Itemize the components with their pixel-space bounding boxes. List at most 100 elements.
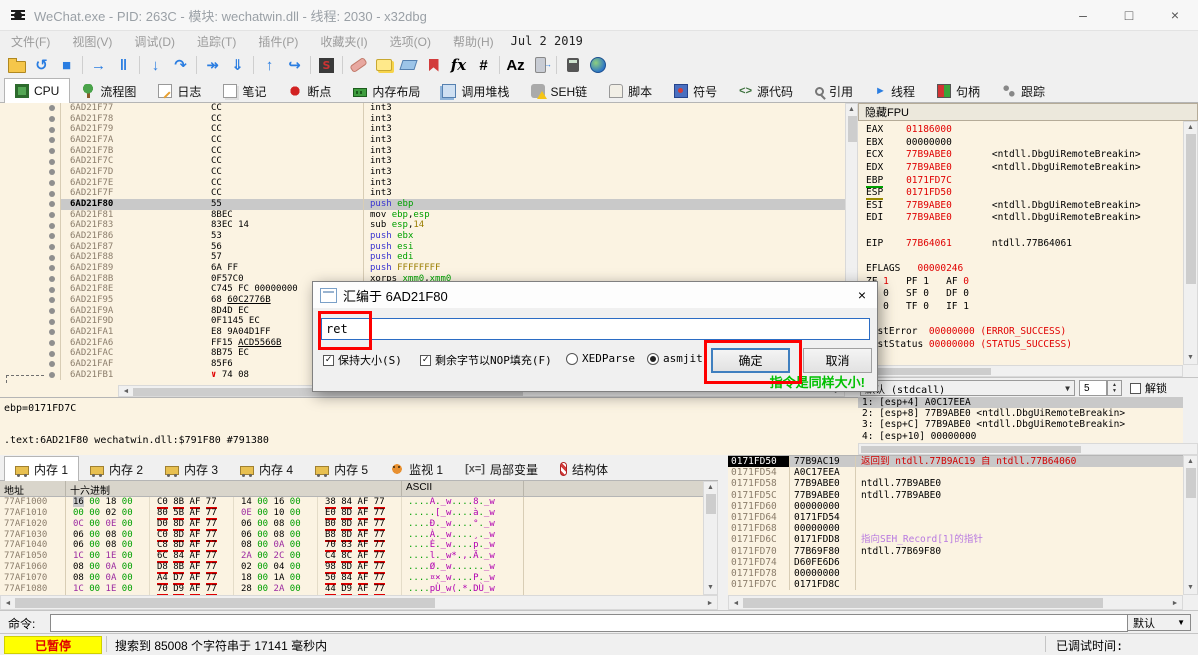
disasm-row[interactable]: 6AD21F7ACCint3	[0, 135, 845, 146]
argument-line[interactable]: 4: [esp+10] 00000000	[858, 431, 1183, 442]
tab-10[interactable]: <>源代码	[728, 78, 804, 103]
breakpoint-dot-cell[interactable]	[44, 231, 60, 242]
strings-icon[interactable]: S	[314, 53, 339, 77]
fill-with-nops-checkbox[interactable]: ✓ 剩余字节以NOP填充(F)	[420, 352, 552, 368]
breakpoint-dot-cell[interactable]	[44, 284, 60, 295]
tab-8[interactable]: 脚本	[598, 78, 663, 103]
comments-icon[interactable]	[371, 53, 396, 77]
disasm-row[interactable]: 6AD21F818BECmov ebp,esp	[0, 210, 845, 221]
bottom-tab-1[interactable]: 内存 2	[79, 456, 154, 481]
bottom-tab-4[interactable]: 内存 5	[304, 456, 379, 481]
dialog-titlebar[interactable]: 汇编于 6AD21F80 ×	[313, 282, 877, 308]
dump-row[interactable]: 77AF104006 00 08 00 C8 8D AF 77 08 00 0A…	[0, 540, 703, 551]
menu-item[interactable]: 视图(V)	[61, 33, 123, 50]
breakpoint-dot-cell[interactable]	[44, 188, 60, 199]
register-line[interactable]: OF 0 SF 0 DF 0	[858, 288, 1183, 301]
register-line[interactable]: ESP 0171FD50	[858, 187, 1183, 200]
dump-row[interactable]: 77AF107008 00 0A 00 A4 D7 AF 77 18 00 1A…	[0, 573, 703, 584]
scroll-thumb[interactable]	[861, 446, 1081, 453]
step-over-icon[interactable]: ↷	[168, 53, 193, 77]
breakpoint-dot-cell[interactable]	[44, 124, 60, 135]
breakpoint-dot-cell[interactable]	[44, 146, 60, 157]
scroll-thumb[interactable]	[15, 598, 435, 608]
scroll-right-arrow[interactable]: ►	[1169, 596, 1181, 609]
labels-icon[interactable]	[396, 53, 421, 77]
restart-icon[interactable]: ↺	[29, 53, 54, 77]
disasm-row[interactable]: 6AD21F7FCCint3	[0, 188, 845, 199]
breakpoint-dot-cell[interactable]	[44, 263, 60, 274]
scroll-up-arrow[interactable]: ▲	[846, 105, 857, 115]
scroll-down-arrow[interactable]: ▼	[1184, 353, 1197, 363]
bottom-tab-3[interactable]: 内存 4	[229, 456, 304, 481]
tab-14[interactable]: 跟踪	[991, 78, 1056, 103]
scroll-thumb[interactable]	[861, 368, 991, 375]
arguments-pane[interactable]: 1: [esp+4] A0C17EEA2: [esp+8] 77B9ABE0 <…	[858, 397, 1183, 443]
tab-2[interactable]: 日志	[147, 78, 212, 103]
breakpoint-dot-cell[interactable]	[44, 252, 60, 263]
breakpoint-dot-cell[interactable]	[44, 242, 60, 253]
register-line[interactable]	[858, 250, 1183, 263]
maximize-button[interactable]: □	[1106, 0, 1152, 30]
dump-row[interactable]: 77AF10501C 00 1E 00 6C 84 AF 77 2A 00 2C…	[0, 551, 703, 562]
menu-item[interactable]: 选项(O)	[379, 33, 442, 50]
register-line[interactable]: EBP 0171FD7C	[858, 175, 1183, 188]
register-line[interactable]: EDX 77B9ABE0 <ntdll.DbgUiRemoteBreakin>	[858, 162, 1183, 175]
menu-item[interactable]: 收藏夹(I)	[309, 33, 378, 50]
step-out-icon[interactable]: ⇓	[225, 53, 250, 77]
breakpoint-dot-cell[interactable]	[44, 295, 60, 306]
breakpoint-dot-cell[interactable]	[44, 306, 60, 317]
close-button[interactable]: ×	[1152, 0, 1198, 30]
arguments-hscrollbar[interactable]	[858, 443, 1198, 455]
dump-row[interactable]: 77AF103006 00 08 00 C0 8D AF 77 06 00 08…	[0, 530, 703, 541]
argument-count-field[interactable]: 5	[1079, 380, 1107, 396]
argument-line[interactable]: 3: [esp+C] 77B9ABE0 <ntdll.DbgUiRemoteBr…	[858, 419, 1183, 430]
patches-icon[interactable]	[346, 53, 371, 77]
dialog-close-button[interactable]: ×	[847, 282, 877, 308]
dump-row[interactable]: 77AF100016 00 18 00 C0 8B AF 77 14 00 16…	[0, 497, 703, 508]
breakpoint-dot-cell[interactable]	[44, 114, 60, 125]
dump-header-ascii[interactable]: ASCII	[402, 481, 524, 496]
run-until-return-icon[interactable]: ↑	[257, 53, 282, 77]
stack-row[interactable]: 0171FD74D60FE6D6	[728, 557, 1183, 568]
menu-item[interactable]: 插件(P)	[247, 33, 309, 50]
command-mode-dropdown[interactable]: 默认 ▼	[1127, 614, 1191, 631]
breakpoint-dot-cell[interactable]	[44, 103, 60, 114]
scroll-up-arrow[interactable]: ▲	[1184, 457, 1197, 467]
disasm-row[interactable]: 6AD21F7ECCint3	[0, 178, 845, 189]
dump-header-hex[interactable]: 十六进制	[66, 481, 402, 496]
breakpoint-dot-cell[interactable]	[44, 370, 60, 381]
argument-line[interactable]: 1: [esp+4] A0C17EEA	[858, 397, 1183, 408]
stack-row[interactable]: 0171FD5077B9AC19返回到 ntdll.77B9AC19 自 ntd…	[728, 456, 1183, 467]
tab-4[interactable]: 断点	[277, 78, 342, 103]
register-line[interactable]: EIP 77B64061 ntdll.77B64061	[858, 238, 1183, 251]
tab-0[interactable]: CPU	[4, 78, 70, 103]
run-icon[interactable]: →	[86, 53, 111, 77]
preferences-az-icon[interactable]: Az	[503, 53, 528, 77]
tab-12[interactable]: ►线程	[864, 78, 926, 103]
scroll-thumb[interactable]	[848, 116, 857, 142]
register-line[interactable]: EFLAGS 00000246	[858, 263, 1183, 276]
disasm-row[interactable]: 6AD21F8383EC 14sub esp,14	[0, 220, 845, 231]
dump-header-address[interactable]: 地址	[0, 481, 66, 496]
register-line[interactable]	[858, 352, 1183, 365]
open-file-icon[interactable]	[4, 53, 29, 77]
breakpoint-dot-cell[interactable]	[44, 327, 60, 338]
register-line[interactable]: CF 0 TF 0 IF 1	[858, 301, 1183, 314]
registers-vscrollbar[interactable]: ▲ ▼	[1183, 121, 1198, 365]
register-line[interactable]: ESI 77B9ABE0 <ntdll.DbgUiRemoteBreakin>	[858, 200, 1183, 213]
breakpoint-dot-cell[interactable]	[44, 199, 60, 210]
scroll-thumb[interactable]	[743, 598, 1103, 608]
tab-7[interactable]: SEH链	[520, 78, 598, 103]
menu-item[interactable]: 文件(F)	[0, 33, 61, 50]
dump-row[interactable]: 77AF10801C 00 1E 00 70 D9 AF 77 28 00 2A…	[0, 584, 703, 595]
breakpoint-dot-cell[interactable]	[44, 167, 60, 178]
breakpoint-dot-cell[interactable]	[44, 316, 60, 327]
dump-row[interactable]: 77AF101000 00 02 00 80 5B AF 77 0E 00 10…	[0, 508, 703, 519]
breakpoint-dot-cell[interactable]	[44, 274, 60, 285]
scroll-down-arrow[interactable]: ▼	[1184, 583, 1197, 593]
disasm-row[interactable]: 6AD21F8055push ebp	[0, 199, 845, 210]
disasm-row[interactable]: 6AD21F896A FFpush FFFFFFFF	[0, 263, 845, 274]
tab-11[interactable]: 引用	[804, 78, 864, 103]
asmjit-radio[interactable]: asmjit	[647, 352, 703, 365]
tab-9[interactable]: 符号	[663, 78, 728, 103]
